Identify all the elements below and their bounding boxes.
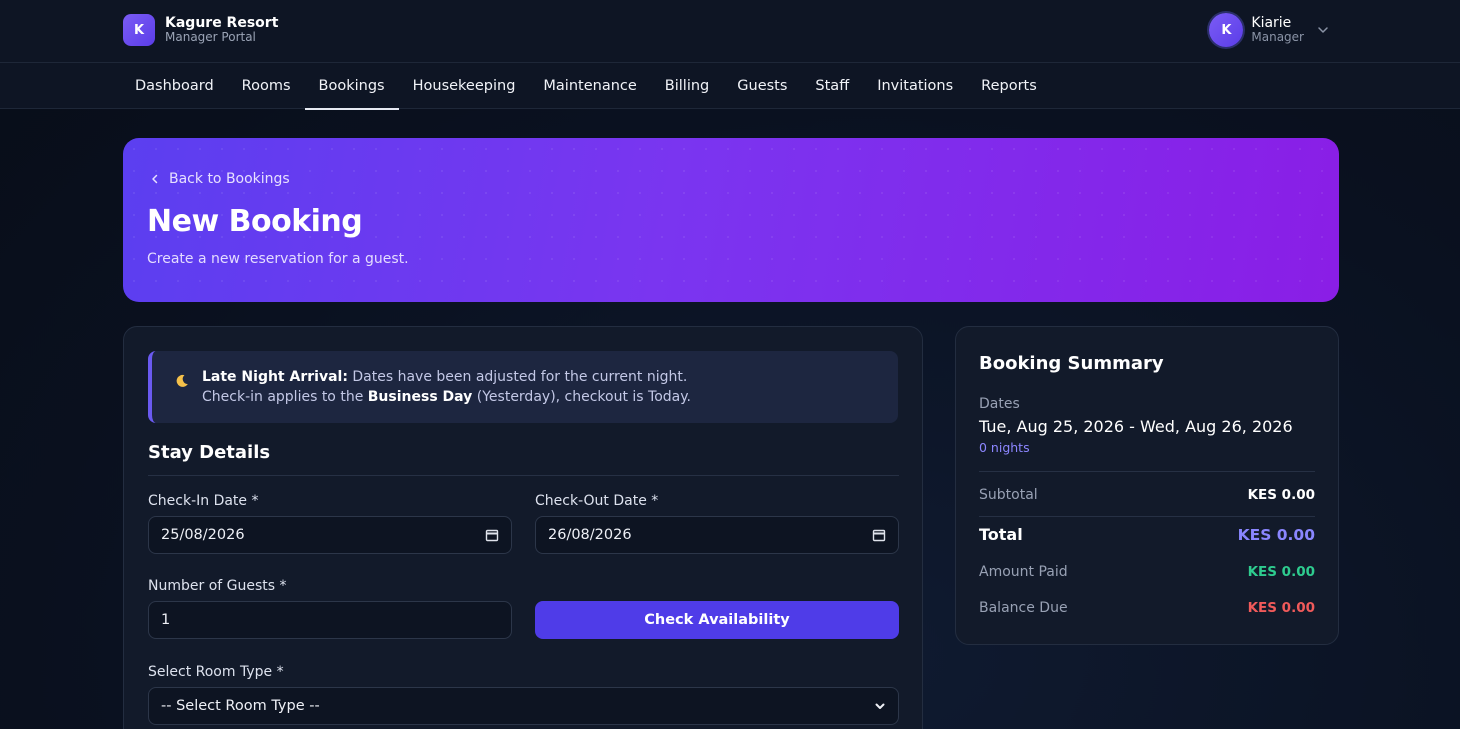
check-availability-button[interactable]: Check Availability xyxy=(535,601,899,639)
user-name: Kiarie xyxy=(1251,15,1292,32)
nav-item-dashboard[interactable]: Dashboard xyxy=(121,63,228,109)
total-label: Total xyxy=(979,525,1023,544)
brand[interactable]: K Kagure Resort Manager Portal xyxy=(123,14,278,46)
brand-logo: K xyxy=(123,14,155,46)
page-hero: Back to Bookings New Booking Create a ne… xyxy=(123,138,1339,302)
page-title: New Booking xyxy=(147,204,363,239)
user-role: Manager xyxy=(1251,30,1304,45)
alert-text: Late Night Arrival: Dates have been adju… xyxy=(202,367,691,407)
checkin-date-value: 25/08/2026 xyxy=(161,527,245,543)
alert-line2-pre: Check-in applies to the xyxy=(202,389,368,405)
nav-item-bookings[interactable]: Bookings xyxy=(304,63,399,110)
chevron-down-icon[interactable] xyxy=(1316,23,1330,37)
moon-icon xyxy=(176,374,188,387)
divider xyxy=(979,471,1315,472)
amount-paid-label: Amount Paid xyxy=(979,564,1068,580)
checkin-label: Check-In Date * xyxy=(148,493,259,509)
page-subtitle: Create a new reservation for a guest. xyxy=(147,251,409,267)
summary-title: Booking Summary xyxy=(979,353,1164,374)
late-night-alert: Late Night Arrival: Dates have been adju… xyxy=(148,351,898,423)
nav-item-rooms[interactable]: Rooms xyxy=(228,63,305,109)
room-type-value: -- Select Room Type -- xyxy=(161,698,320,714)
guests-input[interactable]: 1 xyxy=(148,601,512,639)
guests-label: Number of Guests * xyxy=(148,578,287,594)
guests-value: 1 xyxy=(161,612,171,628)
subtotal-label: Subtotal xyxy=(979,487,1038,503)
amount-paid-value: KES 0.00 xyxy=(1247,564,1315,580)
chevron-left-icon xyxy=(152,174,158,184)
amount-paid-row: Amount Paid KES 0.00 xyxy=(979,564,1315,580)
brand-name: Kagure Resort xyxy=(165,15,279,32)
alert-line2-bold: Business Day xyxy=(367,389,473,405)
alert-title: Late Night Arrival: xyxy=(202,369,348,385)
alert-line1: Dates have been adjusted for the current… xyxy=(347,369,688,385)
booking-form-card: Late Night Arrival: Dates have been adju… xyxy=(123,326,923,729)
section-title-stay-details: Stay Details xyxy=(148,442,271,463)
total-row: Total KES 0.00 xyxy=(979,525,1315,544)
summary-nights: 0 nights xyxy=(979,440,1030,455)
subtotal-value: KES 0.00 xyxy=(1247,487,1315,503)
booking-summary-card: Booking Summary Dates Tue, Aug 25, 2026 … xyxy=(955,326,1339,645)
subtotal-row: Subtotal KES 0.00 xyxy=(979,487,1315,503)
checkin-date-input[interactable]: 25/08/2026 xyxy=(148,516,512,554)
checkout-date-value: 26/08/2026 xyxy=(548,527,632,543)
user-menu[interactable]: K Kiarie Manager xyxy=(1209,13,1330,47)
alert-line2-post: (Yesterday), checkout is Today. xyxy=(472,389,691,405)
top-header: K Kagure Resort Manager Portal K Kiarie … xyxy=(0,0,1460,63)
room-type-label: Select Room Type * xyxy=(148,664,284,680)
room-type-select[interactable]: -- Select Room Type -- xyxy=(148,687,899,725)
nav-item-housekeeping[interactable]: Housekeeping xyxy=(399,63,530,109)
nav-item-invitations[interactable]: Invitations xyxy=(863,63,967,109)
main-nav: Dashboard Rooms Bookings Housekeeping Ma… xyxy=(0,63,1460,110)
calendar-icon[interactable] xyxy=(485,528,499,542)
balance-due-label: Balance Due xyxy=(979,600,1068,616)
balance-due-row: Balance Due KES 0.00 xyxy=(979,600,1315,616)
nav-item-reports[interactable]: Reports xyxy=(967,63,1051,109)
chevron-down-icon xyxy=(875,703,885,709)
back-to-bookings-link[interactable]: Back to Bookings xyxy=(149,171,290,187)
balance-due-value: KES 0.00 xyxy=(1247,600,1315,616)
summary-dates-value: Tue, Aug 25, 2026 - Wed, Aug 26, 2026 xyxy=(979,417,1293,436)
divider xyxy=(148,475,899,476)
calendar-icon[interactable] xyxy=(872,528,886,542)
summary-dates-label: Dates xyxy=(979,396,1020,412)
brand-subtitle: Manager Portal xyxy=(165,30,256,45)
total-value: KES 0.00 xyxy=(1237,525,1315,544)
nav-item-maintenance[interactable]: Maintenance xyxy=(529,63,650,109)
nav-item-billing[interactable]: Billing xyxy=(651,63,723,109)
back-link-label: Back to Bookings xyxy=(169,171,290,187)
divider xyxy=(979,516,1315,517)
checkout-date-input[interactable]: 26/08/2026 xyxy=(535,516,899,554)
nav-item-guests[interactable]: Guests xyxy=(723,63,801,109)
nav-item-staff[interactable]: Staff xyxy=(801,63,863,109)
avatar: K xyxy=(1209,13,1244,47)
checkout-label: Check-Out Date * xyxy=(535,493,659,509)
